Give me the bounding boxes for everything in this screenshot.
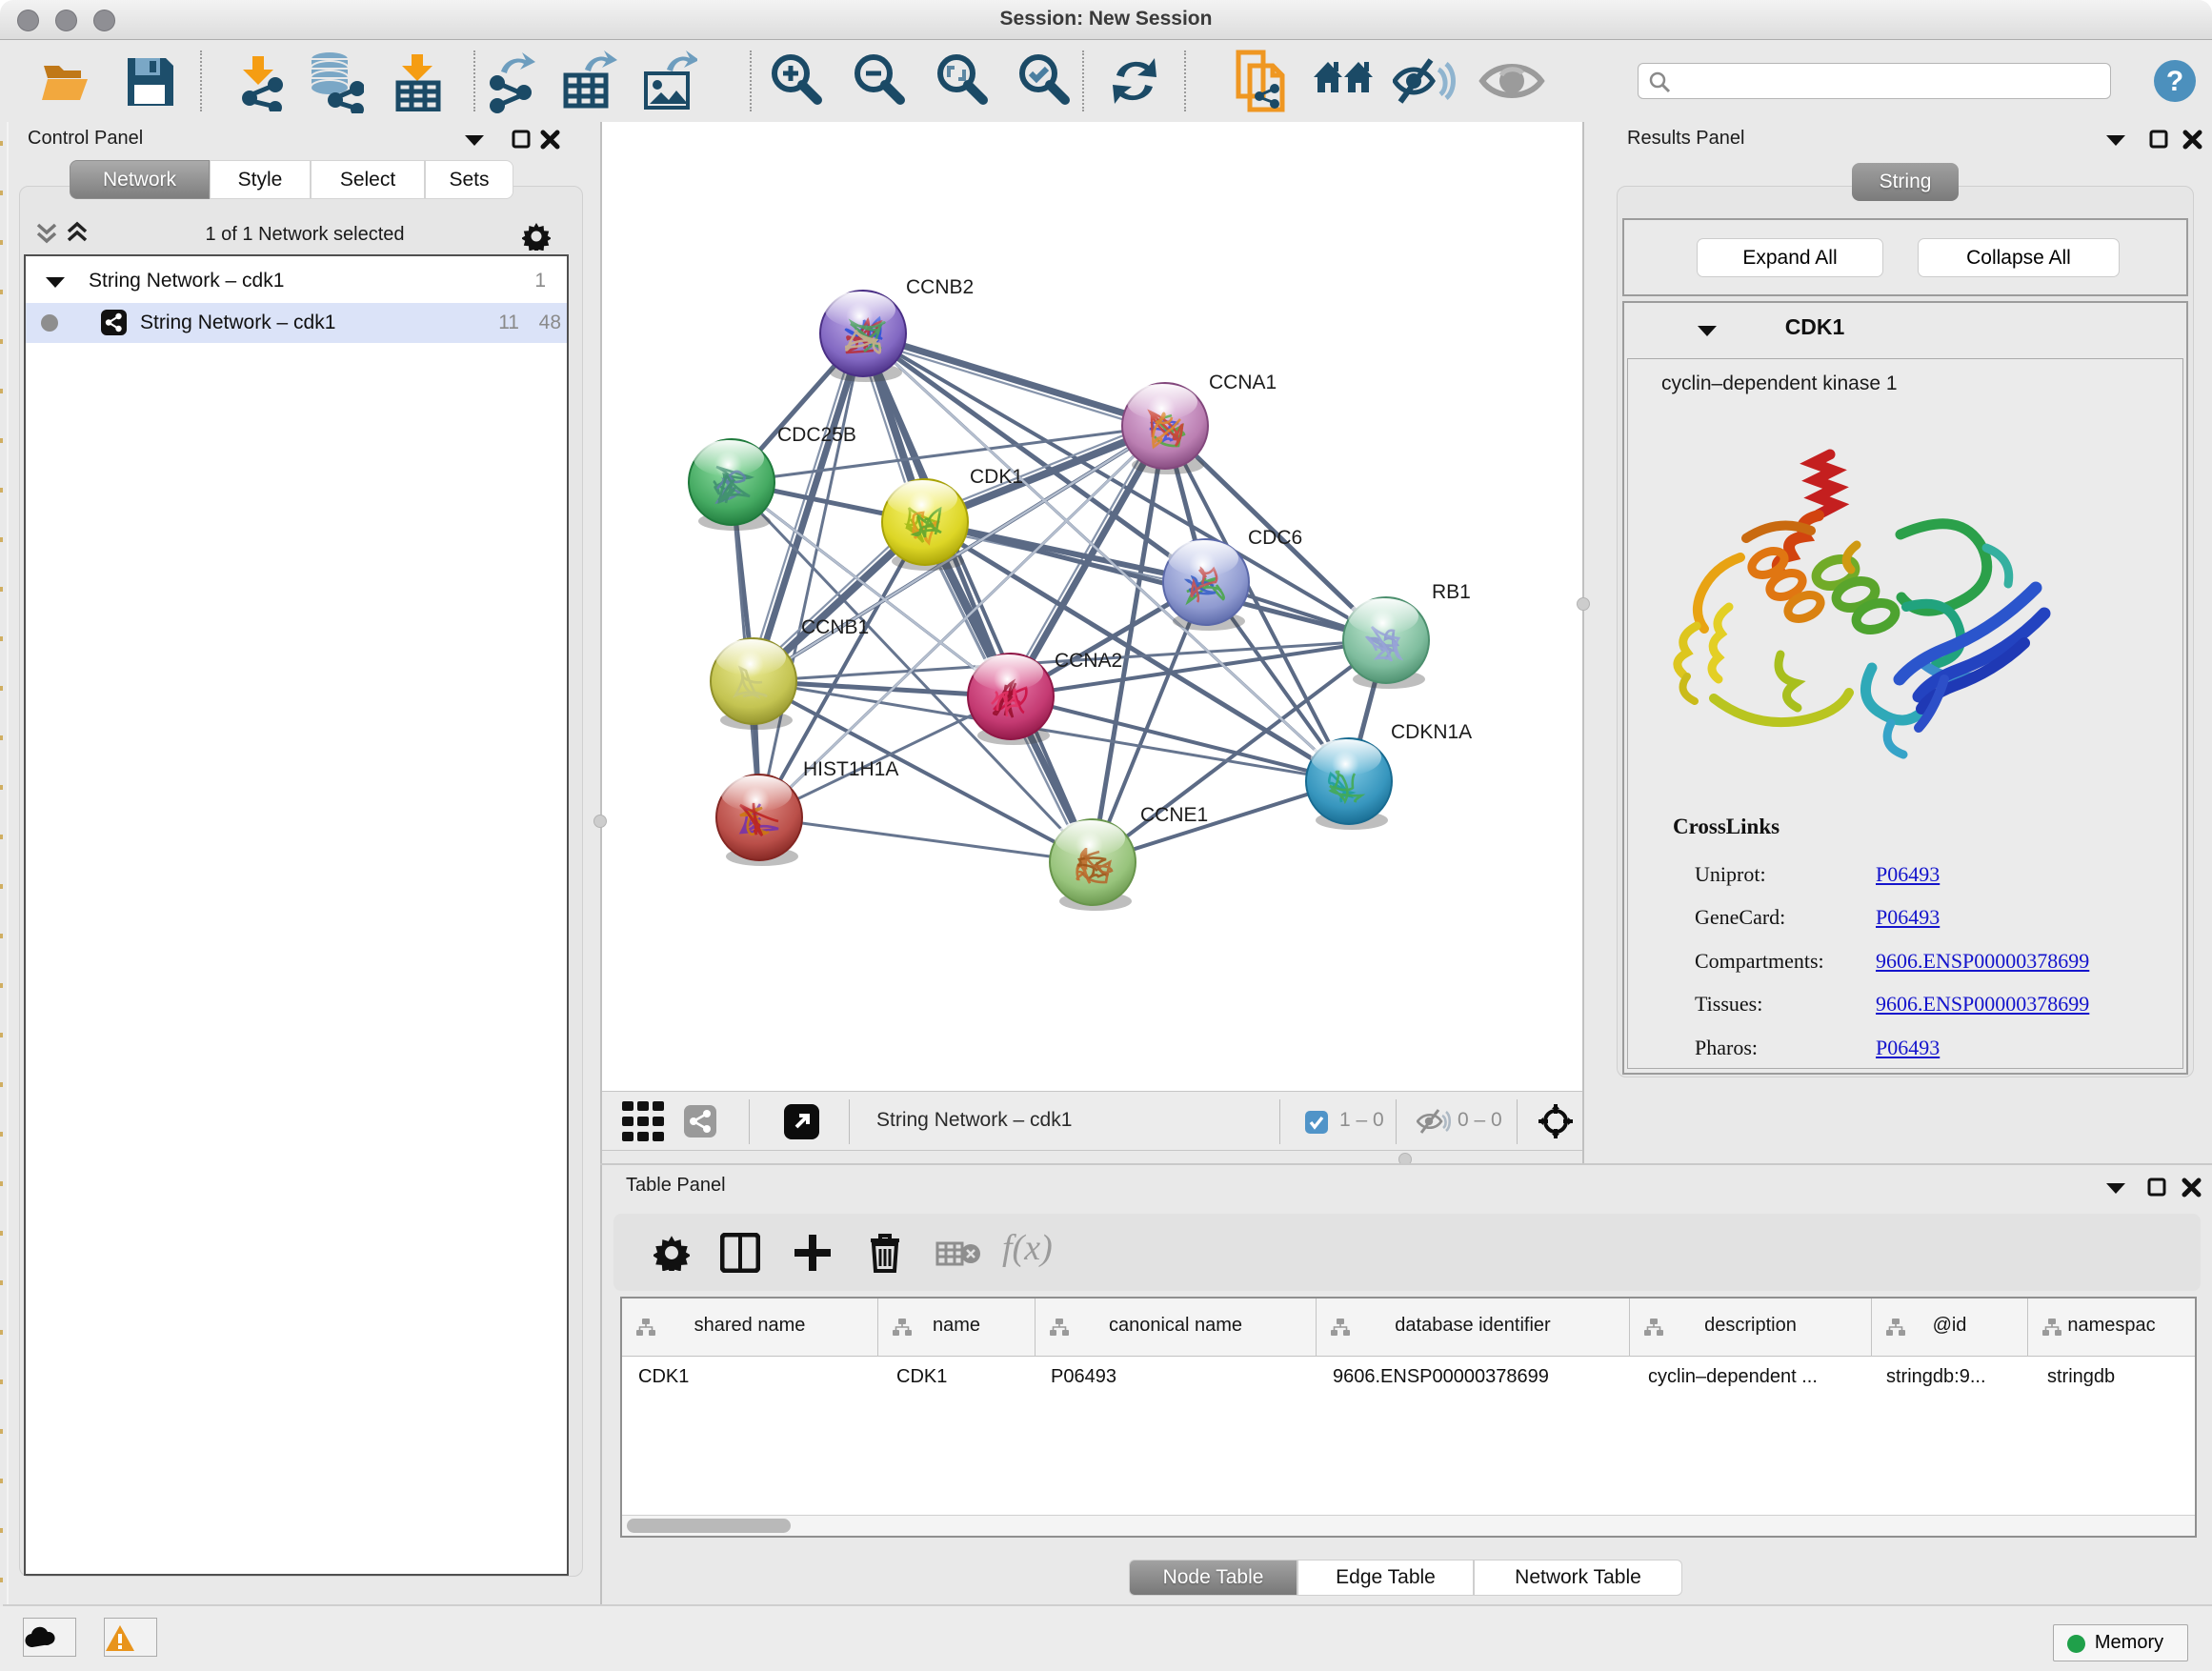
svg-text:HIST1H1A: HIST1H1A: [803, 758, 898, 780]
svg-text:CCNA1: CCNA1: [1209, 372, 1277, 393]
svg-text:CDKN1A: CDKN1A: [1391, 721, 1472, 743]
svg-text:RB1: RB1: [1432, 581, 1471, 603]
svg-text:?: ?: [2166, 66, 2183, 97]
svg-text:CCNA2: CCNA2: [1055, 650, 1122, 672]
svg-text:CDK1: CDK1: [970, 466, 1023, 488]
svg-text:CDC6: CDC6: [1248, 527, 1302, 549]
svg-text:CCNE1: CCNE1: [1140, 804, 1208, 826]
svg-text:CCNB1: CCNB1: [801, 616, 869, 638]
svg-text:CDC25B: CDC25B: [777, 424, 856, 446]
svg-text:CCNB2: CCNB2: [906, 276, 974, 298]
